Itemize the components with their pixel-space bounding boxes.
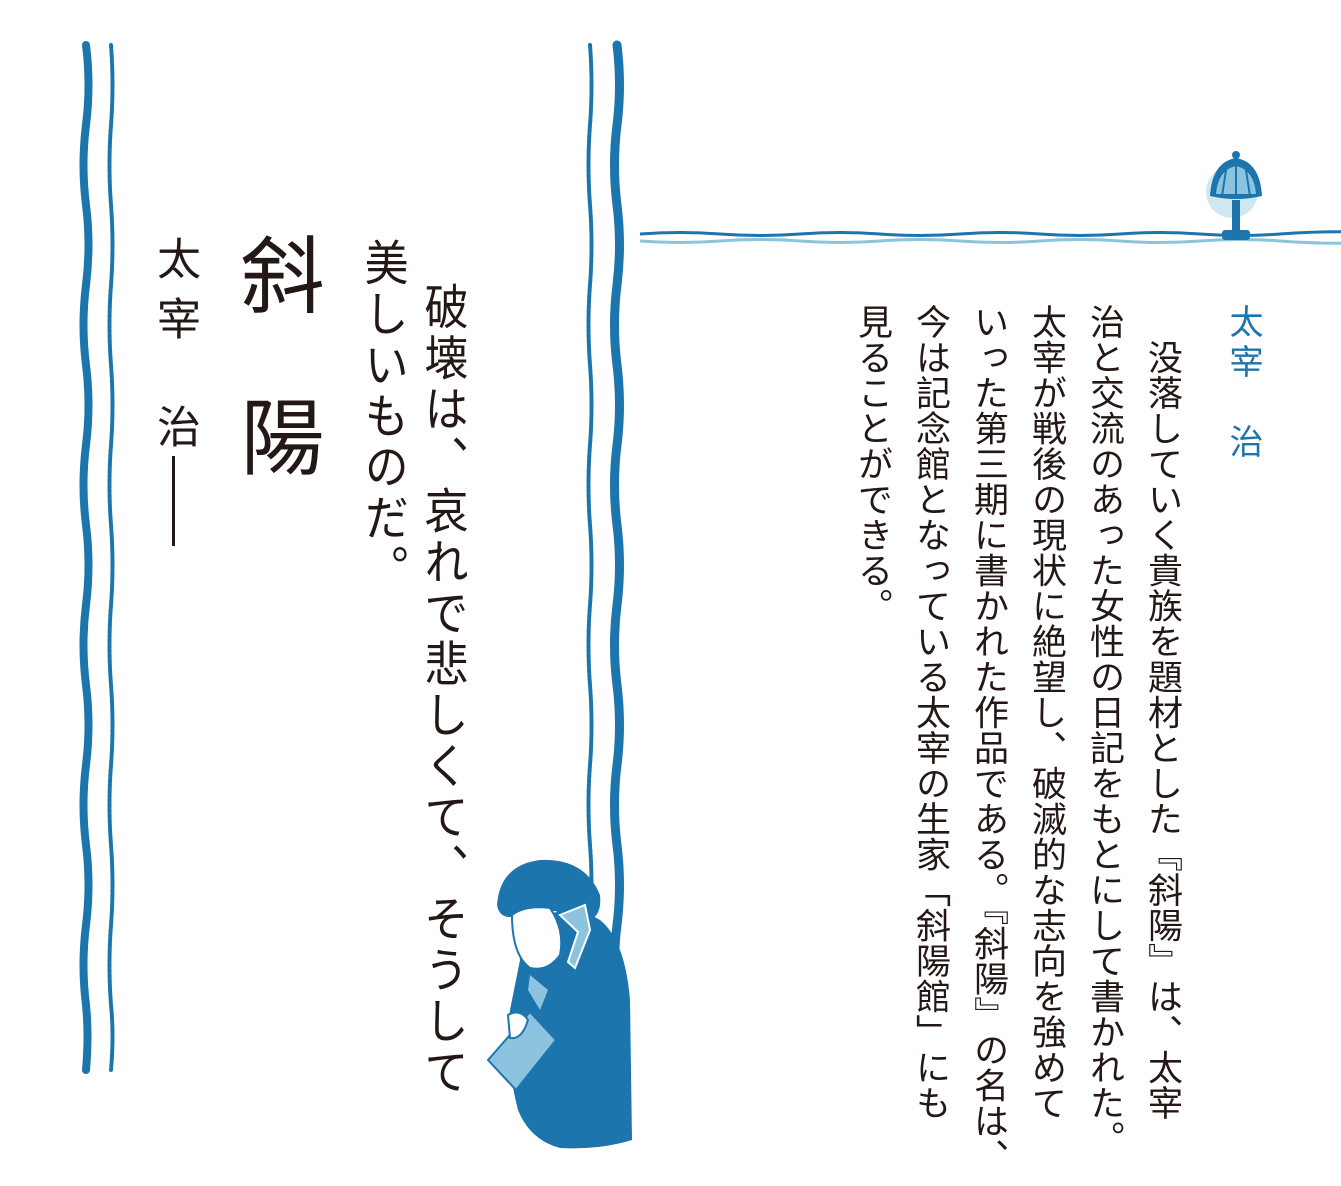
book-title: 斜陽 xyxy=(227,232,325,556)
body-line: 今は記念館となっている太宰の生家「斜陽館」にも xyxy=(910,304,950,1121)
left-thin-line-1 xyxy=(107,43,115,1072)
left-thick-line-2 xyxy=(610,40,624,1075)
body-line: 没落していく貴族を題材とした『斜陽』は、太宰 xyxy=(1142,304,1182,1121)
body-line: 治と交流のあった女性の日記をもとにして書かれた。 xyxy=(1084,304,1124,1156)
author-dash xyxy=(172,456,175,546)
author-byline-left: 太宰治 xyxy=(149,236,200,464)
body-line: いった第三期に書かれた作品である。『斜陽』の名は、 xyxy=(968,304,1008,1174)
author-given-name: 治 xyxy=(1223,424,1263,464)
author-family-name: 太宰 xyxy=(149,236,200,356)
woman-reading-illustration xyxy=(486,859,632,1149)
author-heading-right: 太宰治 xyxy=(1223,304,1263,464)
body-paragraph: 没落していく貴族を題材とした『斜陽』は、太宰 治と交流のあった女性の日記をもとに… xyxy=(843,304,1191,1174)
body-line: 見ることができる。 xyxy=(852,304,892,624)
left-thick-line-1 xyxy=(79,41,93,1074)
body-line: 太宰が戦後の現状に絶望し、破滅的な志向を強めて xyxy=(1026,304,1066,1121)
lamp-icon xyxy=(1206,151,1262,240)
quote-line-1: 破壊は、哀れで悲しくて、そうして xyxy=(416,282,468,1098)
author-family-name: 太宰 xyxy=(1223,304,1263,384)
author-given-name: 治 xyxy=(149,404,200,464)
quote-line-2: 美しいものだ。 xyxy=(356,238,408,595)
